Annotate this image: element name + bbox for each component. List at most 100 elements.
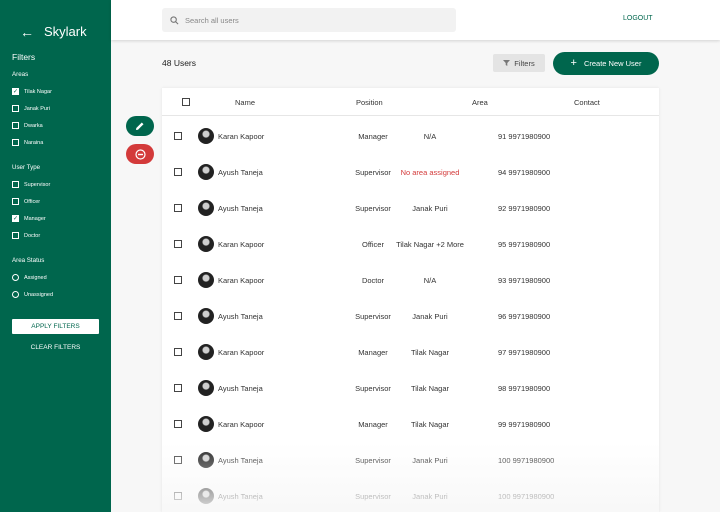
user-name: Karan Kapoor [218,240,265,249]
row-checkbox[interactable] [174,420,182,428]
user-area: Tilak Nagar [410,348,450,357]
user-contact: 100 9971980900 [498,456,555,465]
user-area: Tilak Nagar +2 More [396,240,464,249]
apply-filters-button[interactable]: APPLY FILTERS [12,319,99,334]
checkbox-option[interactable]: Officer [12,197,40,206]
radio-circle-icon[interactable] [12,291,19,298]
row-checkbox[interactable] [174,456,182,464]
user-name: Karan Kapoor [218,348,265,357]
user-contact: 99 9971980900 [498,420,551,429]
table-row: Ayush Taneja Supervisor Janak Puri 100 9971… [162,442,659,478]
user-name: Ayush Taneja [218,492,263,501]
filter-icon [503,60,511,66]
row-checkbox[interactable] [174,492,182,500]
checkbox-icon[interactable] [12,181,19,188]
table-row: Ayush Taneja Supervisor Tilak Nagar 98 9971… [162,370,659,406]
user-contact: 95 9971980900 [498,240,551,249]
header-position: Position [356,98,383,107]
table-row: Karan Kapoor Officer Tilak Nagar +2 More 95… [162,226,659,262]
user-contact: 92 9971980900 [498,204,551,213]
checkbox-icon[interactable] [12,105,19,112]
user-area: N/A [423,132,437,141]
row-checkbox[interactable] [174,384,182,392]
option-label: Officer [24,198,41,205]
checkbox-option[interactable]: Janak Puri [12,104,50,113]
remove-user-button[interactable] [126,144,154,164]
table-row: Karan Kapoor Manager Tilak Nagar 99 9971980… [162,406,659,442]
user-area: Janak Puri [412,204,448,213]
user-area: Tilak Nagar [410,384,450,393]
radio-circle-icon[interactable] [12,274,19,281]
user-area: Janak Puri [412,312,448,321]
checkbox-checked-icon[interactable]: ✓ [12,88,19,95]
radio-option[interactable]: Assigned [12,273,47,282]
option-label: Dwarka [24,122,43,129]
table-row: Ayush Taneja Supervisor No area assigned 94… [162,154,659,190]
option-label: Unassigned [24,291,54,298]
areas-title: Areas [12,71,29,78]
logout-button[interactable]: LOGOUT [623,15,653,22]
row-checkbox[interactable] [174,132,182,140]
search-box [162,8,456,32]
avatar [198,308,214,324]
search-input[interactable] [185,15,435,25]
avatar [198,200,214,216]
checkbox-option[interactable]: Doctor [12,231,40,240]
table-row: Karan Kapoor Doctor N/A 93 9971980900 [162,262,659,298]
row-checkbox[interactable] [174,240,182,248]
user-contact: 96 9971980900 [498,312,551,321]
user-name: Ayush Taneja [218,456,263,465]
option-label: Supervisor [24,181,51,188]
option-label: Tilak Nagar [24,88,52,95]
user-contact: 100 9971980900 [498,492,555,501]
avatar [198,380,214,396]
checkbox-option[interactable]: Supervisor [12,180,50,189]
avatar [198,452,214,468]
create-new-user-button[interactable]: + Create New User [553,52,659,75]
avatar [198,128,214,144]
row-checkbox[interactable] [174,168,182,176]
row-checkbox[interactable] [174,312,182,320]
user-name: Ayush Taneja [218,312,263,321]
checkbox-option[interactable]: ✓ Manager [12,214,46,223]
avatar [198,236,214,252]
back-arrow-icon[interactable]: ← [20,25,34,39]
checkbox-icon[interactable] [12,139,19,146]
header-area: Area [472,98,488,107]
user-contact: 93 9971980900 [498,276,551,285]
row-checkbox[interactable] [174,348,182,356]
select-all-checkbox[interactable] [182,98,190,106]
clear-filters-button[interactable]: CLEAR FILTERS [12,341,99,353]
avatar [198,416,214,432]
option-label: Manager [24,215,46,222]
user-area: Tilak Nagar [410,420,450,429]
table-row: Karan Kapoor Manager Tilak Nagar 97 9971980… [162,334,659,370]
checkbox-option[interactable]: Naraina [12,138,43,147]
user-contact: 94 9971980900 [498,168,551,177]
row-checkbox[interactable] [174,276,182,284]
minus-circle-icon [134,148,146,160]
checkbox-option[interactable]: ✓ Tilak Nagar [12,87,52,96]
user-area: Janak Puri [412,492,448,501]
checkbox-checked-icon[interactable]: ✓ [12,215,19,222]
option-label: Naraina [24,139,44,146]
header-contact: Contact [574,98,600,107]
checkbox-icon[interactable] [12,198,19,205]
checkbox-icon[interactable] [12,232,19,239]
user-area: Janak Puri [412,456,448,465]
user-contact: 97 9971980900 [498,348,551,357]
checkbox-option[interactable]: Dwarka [12,121,43,130]
users-table: Name Position Area Contact Karan Kapoor M… [162,88,659,512]
checkbox-icon[interactable] [12,122,19,129]
user-name: Ayush Taneja [218,384,263,393]
filters-button[interactable]: Filters [493,54,545,72]
row-checkbox[interactable] [174,204,182,212]
user-area: N/A [423,276,437,285]
brand: ← Skylark [20,24,87,39]
radio-option[interactable]: Unassigned [12,290,53,299]
avatar [198,344,214,360]
edit-user-button[interactable] [126,116,154,136]
brand-name: Skylark [44,24,87,39]
top-bar: LOGOUT [111,0,720,40]
user-name: Karan Kapoor [218,420,265,429]
